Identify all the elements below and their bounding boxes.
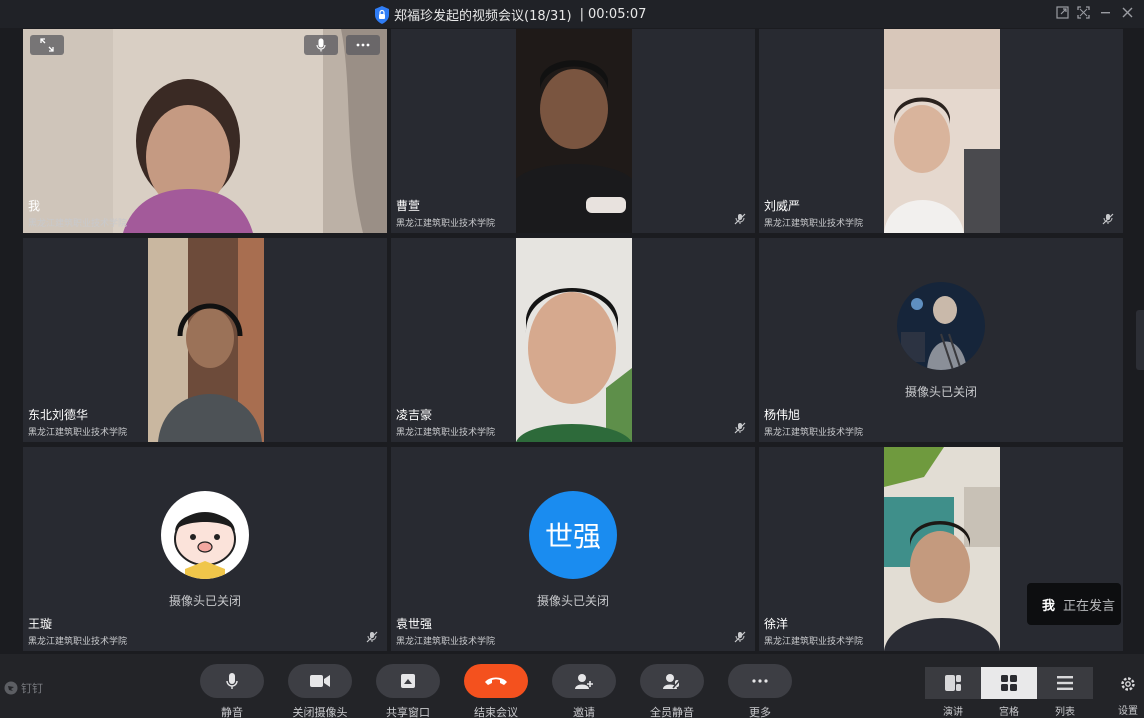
- brand-label: 钉钉: [21, 682, 43, 695]
- invite-user-icon: [575, 674, 593, 689]
- camera-off-label: 摄像头已关闭: [169, 594, 242, 608]
- close-icon[interactable]: [1120, 6, 1134, 20]
- participant-avatar: [897, 282, 985, 370]
- mic-muted-icon: [734, 631, 746, 643]
- avatar-initials: 世强: [544, 520, 601, 553]
- speaking-indicator: 我 正在发言: [1027, 583, 1121, 625]
- participant-name: 曹萱: [396, 199, 421, 213]
- participant-org: 黑龙江建筑职业技术学院: [764, 637, 864, 647]
- participant-video: [23, 29, 387, 233]
- meeting-window: 郑福珍发起的视频会议(18/31) | 00:05:07 我 黑龙江建筑职业技术…: [0, 0, 1144, 718]
- settings-button[interactable]: 设置: [1118, 676, 1138, 717]
- mute-label: 静音: [221, 706, 243, 718]
- participant-name: 杨伟旭: [764, 408, 801, 422]
- participant-avatar: [161, 491, 249, 579]
- title-bar: 郑福珍发起的视频会议(18/31) | 00:05:07: [0, 0, 1144, 28]
- minimize-icon[interactable]: [1098, 6, 1112, 20]
- participant-org: 黑龙江建筑职业技术学院: [396, 428, 496, 438]
- more-label: 更多: [749, 706, 771, 718]
- bottom-toolbar: 钉钉 静音 关闭摄像头 共享窗口 结束会议 邀请 全员静音 更多 演讲 宫格 列…: [0, 654, 1144, 718]
- hang-up-icon: [485, 677, 507, 685]
- participant-org: 黑龙江建筑职业技术学院: [28, 428, 128, 438]
- meeting-timer: 00:05:07: [588, 7, 647, 22]
- popout-icon[interactable]: [1055, 6, 1069, 20]
- fullscreen-icon[interactable]: [1076, 6, 1090, 20]
- gear-icon: [1121, 677, 1135, 691]
- speaking-name: 我: [1042, 598, 1056, 614]
- participant-tile[interactable]: 世强 摄像头已关闭 袁世强 黑龙江建筑职业技术学院: [391, 447, 755, 651]
- participant-avatar: 世强: [529, 491, 617, 579]
- participant-org: 黑龙江建筑职业技术学院: [28, 637, 128, 647]
- participant-video: [884, 447, 1000, 651]
- speaker-layout-icon: [945, 675, 961, 691]
- participant-tile[interactable]: 摄像头已关闭 杨伟旭 黑龙江建筑职业技术学院: [759, 238, 1123, 442]
- title-separator: |: [579, 7, 584, 22]
- mute-button[interactable]: 静音: [200, 664, 264, 718]
- participant-video: [516, 29, 632, 233]
- mic-muted-icon: [734, 213, 746, 225]
- mute-all-label: 全员静音: [650, 706, 694, 718]
- participant-org: 黑龙江建筑职业技术学院: [28, 219, 128, 229]
- meeting-title-text: 郑福珍发起的视频会议(18/31): [394, 9, 572, 24]
- grid-layout-icon: [1001, 675, 1017, 691]
- view-grid-button[interactable]: 宫格: [981, 667, 1037, 718]
- participant-org: 黑龙江建筑职业技术学院: [764, 428, 864, 438]
- mic-muted-icon: [366, 631, 378, 643]
- mic-muted-icon: [1102, 213, 1114, 225]
- meeting-title: 郑福珍发起的视频会议(18/31) | 00:05:07: [374, 5, 646, 24]
- view-speaker-button[interactable]: 演讲: [925, 667, 981, 718]
- more-button[interactable]: 更多: [728, 664, 792, 718]
- participant-tile[interactable]: 东北刘德华 黑龙江建筑职业技术学院: [23, 238, 387, 442]
- invite-button[interactable]: 邀请: [552, 664, 616, 718]
- camera-off-label: 摄像头已关闭: [905, 385, 978, 399]
- participant-tile[interactable]: 摄像头已关闭 王璇 黑龙江建筑职业技术学院: [23, 447, 387, 651]
- view-speaker-label: 演讲: [943, 707, 963, 718]
- mic-muted-icon: [734, 422, 746, 434]
- end-meeting-button[interactable]: 结束会议: [464, 664, 528, 718]
- participant-name: 东北刘德华: [28, 408, 89, 422]
- mute-all-icon: [663, 674, 681, 689]
- camera-icon: [310, 675, 330, 687]
- more-icon: [752, 679, 768, 683]
- participant-tile[interactable]: 凌吉豪 黑龙江建筑职业技术学院: [391, 238, 755, 442]
- view-list-label: 列表: [1055, 707, 1075, 718]
- dingtalk-brand: 钉钉: [4, 680, 43, 696]
- end-meeting-label: 结束会议: [474, 706, 518, 718]
- share-window-button[interactable]: 共享窗口: [376, 664, 440, 718]
- share-screen-icon: [401, 674, 415, 688]
- tile-more-button[interactable]: [346, 35, 380, 55]
- participant-name: 刘威严: [764, 199, 801, 213]
- participant-name: 凌吉豪: [396, 408, 433, 422]
- participant-tile[interactable]: 曹萱 黑龙江建筑职业技术学院: [391, 29, 755, 233]
- participant-org: 黑龙江建筑职业技术学院: [764, 219, 864, 229]
- participant-video: [884, 29, 1000, 233]
- participant-name: 王璇: [28, 617, 53, 631]
- invite-label: 邀请: [573, 706, 595, 718]
- participant-video: [516, 238, 632, 442]
- side-panel-handle[interactable]: [1136, 310, 1144, 370]
- view-grid-label: 宫格: [999, 707, 1019, 718]
- secure-shield-icon: [375, 5, 389, 24]
- camera-off-label: 摄像头已关闭: [537, 594, 610, 608]
- share-window-label: 共享窗口: [386, 706, 430, 718]
- participant-name: 徐洋: [764, 617, 789, 631]
- participant-org: 黑龙江建筑职业技术学院: [396, 219, 496, 229]
- participant-name: 袁世强: [396, 617, 433, 631]
- camera-toggle-label: 关闭摄像头: [292, 706, 348, 718]
- participant-tile-self[interactable]: 我 黑龙江建筑职业技术学院: [23, 29, 387, 233]
- list-layout-icon: [1057, 676, 1073, 690]
- expand-tile-button[interactable]: [30, 35, 64, 55]
- participant-org: 黑龙江建筑职业技术学院: [396, 637, 496, 647]
- participant-video: [148, 238, 264, 442]
- participant-tile[interactable]: 刘威严 黑龙江建筑职业技术学院: [759, 29, 1123, 233]
- microphone-icon: [226, 673, 238, 689]
- speaking-status: 正在发言: [1063, 598, 1116, 614]
- mute-all-button[interactable]: 全员静音: [640, 664, 704, 718]
- camera-toggle-button[interactable]: 关闭摄像头: [288, 664, 352, 718]
- tile-mic-button[interactable]: [304, 35, 338, 55]
- dingtalk-logo-icon: [4, 681, 18, 695]
- view-list-button[interactable]: 列表: [1037, 667, 1093, 718]
- participant-name: 我: [28, 199, 41, 213]
- settings-label: 设置: [1118, 706, 1138, 717]
